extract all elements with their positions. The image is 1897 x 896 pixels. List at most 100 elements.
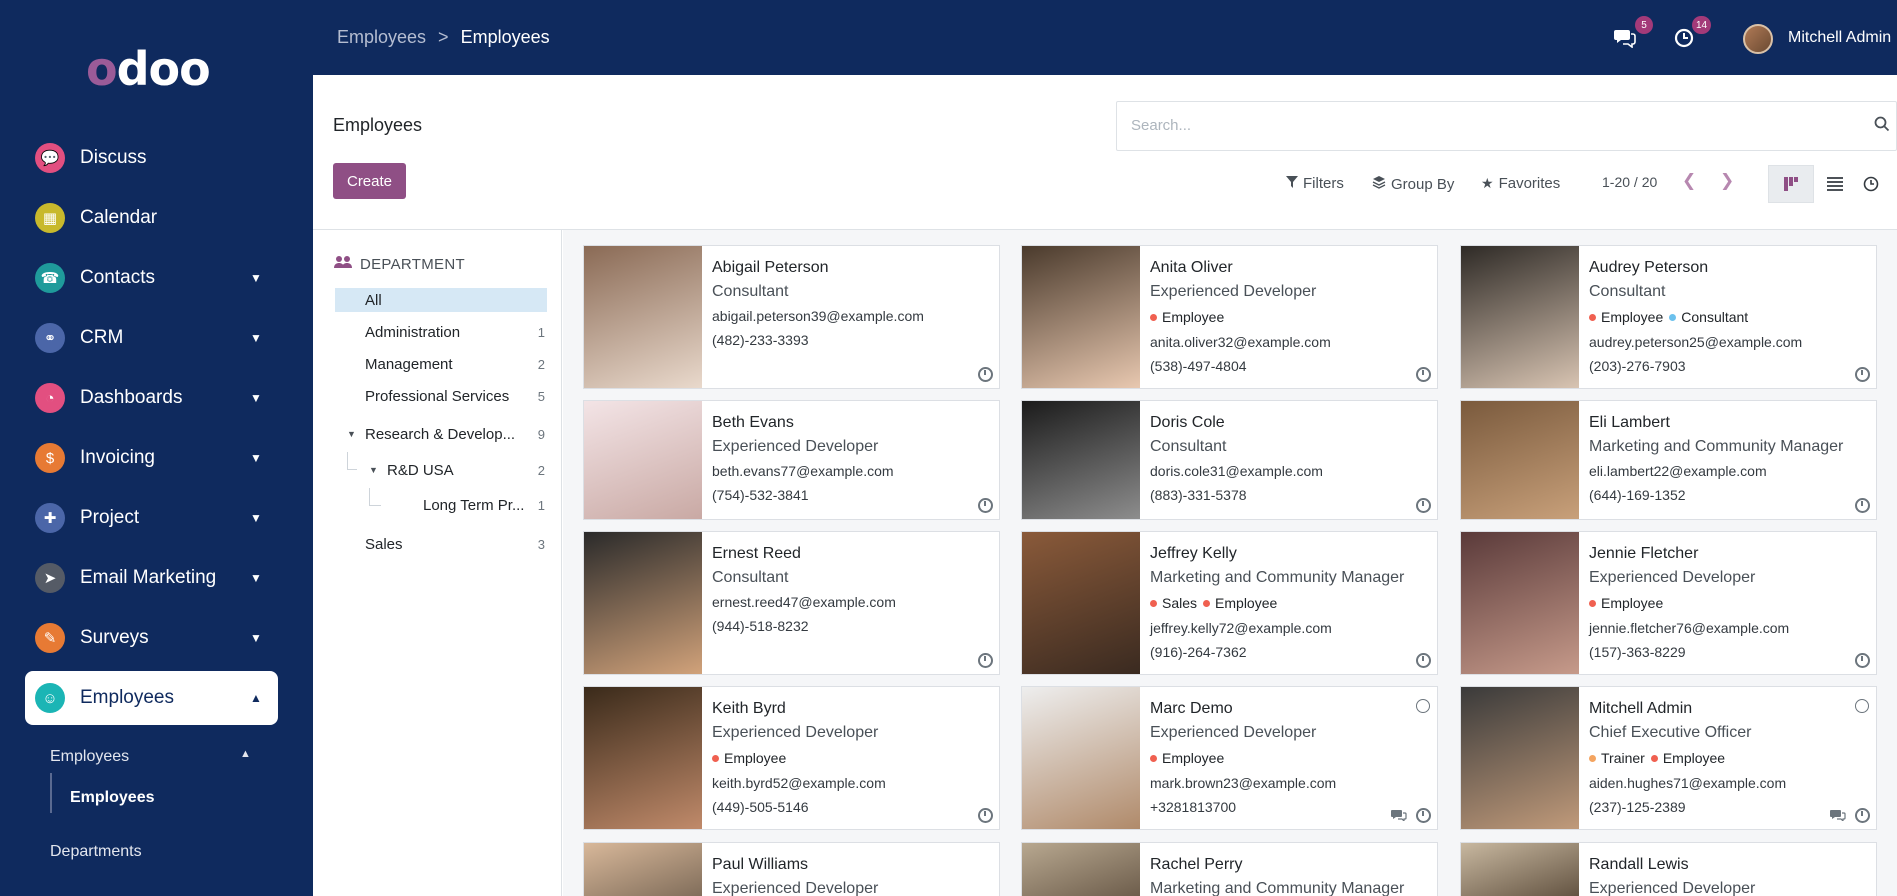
employee-card[interactable]: Beth Evans Experienced Developer beth.evan… [583, 400, 1000, 520]
odoo-logo[interactable]: odoo [86, 42, 211, 96]
department-item[interactable]: All [335, 288, 547, 312]
employee-card[interactable]: Keith Byrd Experienced Developer Employee k… [583, 686, 1000, 830]
employee-card[interactable]: Anita Oliver Experienced Developer Employe… [1021, 245, 1438, 389]
employee-job-title: Experienced Developer [712, 724, 879, 741]
chevron-down-icon[interactable]: ▼ [246, 571, 266, 585]
chevron-down-icon[interactable]: ▼ [246, 271, 266, 285]
activity-clock-icon[interactable] [1855, 653, 1870, 668]
sidebar-item-dashboards[interactable]: ◔ Dashboards ▼ [25, 371, 278, 425]
search-box[interactable]: Search... [1116, 101, 1897, 151]
activity-clock-icon[interactable] [1416, 367, 1431, 382]
chevron-up-icon[interactable]: ▲ [246, 691, 266, 705]
search-icon[interactable] [1874, 116, 1890, 137]
employee-card[interactable]: Mitchell Admin Chief Executive Officer Tra… [1460, 686, 1877, 830]
department-item[interactable]: Sales 3 [335, 532, 547, 556]
sidebar-item-contacts[interactable]: ☎ Contacts ▼ [25, 251, 278, 305]
employee-card[interactable]: Audrey Peterson Consultant Employee Consult… [1460, 245, 1877, 389]
messages-icon[interactable] [1613, 26, 1637, 50]
sidebar-sub-employees-group[interactable]: Employees ▲ [50, 748, 251, 766]
department-item[interactable]: Administration 1 [335, 320, 547, 344]
sidebar-item-calendar[interactable]: ▦ Calendar [25, 191, 278, 245]
employee-phone: (883)-331-5378 [1150, 487, 1247, 503]
tag-label: Consultant [1681, 309, 1749, 325]
department-count: 2 [537, 462, 545, 478]
favorites-button[interactable]: ★ Favorites [1481, 175, 1560, 192]
activity-clock-icon[interactable] [1416, 653, 1431, 668]
employee-info: Abigail Peterson Consultant abigail.peters… [712, 256, 991, 352]
chat-icon[interactable] [1830, 809, 1846, 824]
sidebar-item-surveys[interactable]: ✎ Surveys ▼ [25, 611, 278, 665]
tag-badge: Trainer [1589, 745, 1645, 771]
employee-name: Mitchell Admin [1589, 700, 1693, 717]
create-button[interactable]: Create [333, 163, 406, 199]
employee-card[interactable]: Abigail Peterson Consultant abigail.peters… [583, 245, 1000, 389]
breadcrumb-parent[interactable]: Employees [337, 27, 426, 48]
employee-tags: Employee [1150, 304, 1429, 330]
employee-phone: (157)-363-8229 [1589, 644, 1686, 660]
activity-clock-icon[interactable] [1855, 498, 1870, 513]
sidebar-sub-departments[interactable]: Departments [50, 843, 142, 861]
chat-icon[interactable] [1391, 809, 1407, 824]
chevron-down-icon[interactable]: ▼ [246, 511, 266, 525]
surveys-icon: ✎ [35, 623, 65, 653]
employee-card[interactable]: Ernest Reed Consultant ernest.reed47@examp… [583, 531, 1000, 675]
activity-clock-icon[interactable] [978, 808, 993, 823]
sidebar-item-crm[interactable]: ⚭ CRM ▼ [25, 311, 278, 365]
activity-clock-icon[interactable] [1855, 367, 1870, 382]
employee-email: beth.evans77@example.com [712, 463, 894, 479]
employee-card[interactable]: Jennie Fletcher Experienced Developer Empl… [1460, 531, 1877, 675]
sidebar-item-discuss[interactable]: 💬 Discuss [25, 131, 278, 185]
caret-down-icon[interactable]: ▼ [347, 429, 365, 439]
chevron-down-icon[interactable]: ▼ [246, 451, 266, 465]
kanban-view-icon[interactable] [1768, 165, 1814, 203]
top-bar: Employees > Employees 5 14 Mitchell Admi… [313, 0, 1897, 75]
activity-clock-icon[interactable] [978, 367, 993, 382]
chevron-down-icon[interactable]: ▼ [246, 631, 266, 645]
sidebar-item-employees[interactable]: ☺ Employees ▲ [25, 671, 278, 725]
activity-view-icon[interactable] [1851, 165, 1891, 203]
employee-card[interactable]: Marc Demo Experienced Developer Employee ma… [1021, 686, 1438, 830]
group-by-button[interactable]: Group By [1372, 175, 1454, 193]
chevron-down-icon[interactable]: ▼ [246, 391, 266, 405]
employee-phone: (644)-169-1352 [1589, 487, 1686, 503]
sidebar-item-project[interactable]: ✚ Project ▼ [25, 491, 278, 545]
activity-clock-icon[interactable] [1416, 808, 1431, 823]
pager-value[interactable]: 1-20 / 20 [1602, 174, 1657, 190]
employee-info: Doris Cole Consultant doris.cole31@example… [1150, 411, 1429, 507]
search-input[interactable]: Search... [1131, 117, 1191, 134]
tag-badge: Employee [1150, 745, 1224, 771]
tag-badge: Employee [1650, 745, 1725, 771]
tag-dot [1150, 313, 1157, 321]
activity-clock-icon[interactable] [978, 498, 993, 513]
employee-info: Paul Williams Experienced Developer [712, 853, 991, 896]
sidebar-item-invoicing[interactable]: $ Invoicing ▼ [25, 431, 278, 485]
employee-card[interactable]: Rachel Perry Marketing and Community Mana… [1021, 842, 1438, 896]
employee-card[interactable]: Doris Cole Consultant doris.cole31@example… [1021, 400, 1438, 520]
employee-card[interactable]: Jeffrey Kelly Marketing and Community Man… [1021, 531, 1438, 675]
activity-clock-icon[interactable] [1855, 808, 1870, 823]
department-item[interactable]: ▼ R&D USA 2 [357, 458, 547, 482]
department-item[interactable]: Management 2 [335, 352, 547, 376]
sidebar-sub-employees[interactable]: Employees [70, 789, 154, 807]
employee-card[interactable]: Paul Williams Experienced Developer [583, 842, 1000, 896]
activity-clock-icon[interactable] [978, 653, 993, 668]
employee-photo [1022, 687, 1140, 829]
user-avatar[interactable] [1743, 24, 1773, 54]
pager-next-icon[interactable]: ❯ [1720, 171, 1734, 191]
pager-previous-icon[interactable]: ❮ [1682, 171, 1696, 191]
employee-card[interactable]: Randall Lewis Experienced Developer [1460, 842, 1877, 896]
department-item[interactable]: ▼ Research & Develop... 9 [335, 422, 547, 446]
chevron-down-icon[interactable]: ▼ [246, 331, 266, 345]
department-item[interactable]: Long Term Pr... 1 [379, 493, 547, 517]
activity-clock-icon[interactable] [1416, 498, 1431, 513]
department-label: Administration [365, 323, 461, 341]
kanban-view: Abigail Peterson Consultant abigail.peters… [563, 230, 1897, 896]
department-item[interactable]: Professional Services 5 [335, 384, 547, 408]
filters-button[interactable]: Filters [1286, 175, 1344, 192]
user-menu[interactable]: Mitchell Admin [1788, 29, 1891, 47]
employee-name: Keith Byrd [712, 700, 786, 717]
sidebar-item-email-marketing[interactable]: ➤ Email Marketing ▼ [25, 551, 278, 605]
caret-down-icon[interactable]: ▼ [369, 465, 387, 475]
employee-card[interactable]: Eli Lambert Marketing and Community Manag… [1460, 400, 1877, 520]
sidebar-item-label: Project [80, 507, 140, 528]
